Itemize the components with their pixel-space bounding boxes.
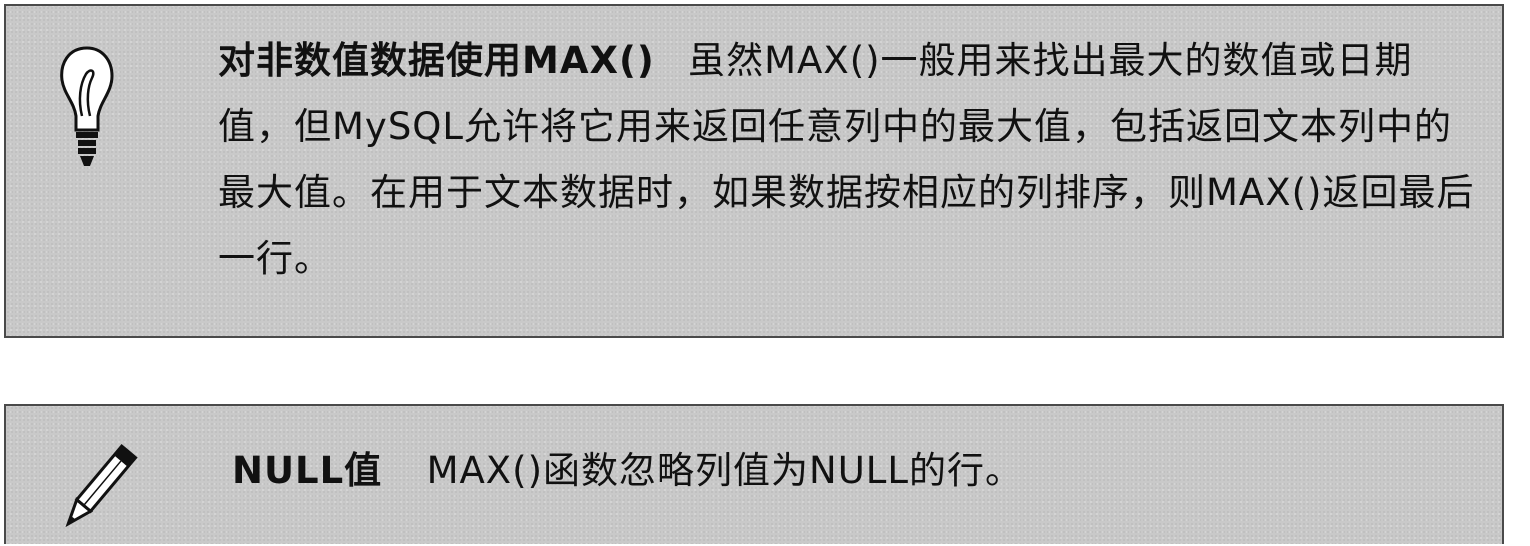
lightbulb-icon: [56, 44, 118, 174]
note-text: NULL值 MAX()函数忽略列值为NULL的行。: [232, 446, 1432, 496]
note-callout: NULL值 MAX()函数忽略列值为NULL的行。: [4, 404, 1504, 544]
pencil-icon: [52, 434, 142, 542]
tip-callout: 对非数值数据使用MAX() 虽然MAX()一般用来找出最大的数值或日期值，但MyS…: [4, 4, 1504, 338]
note-body: MAX()函数忽略列值为NULL的行。: [426, 449, 1024, 492]
note-title: NULL值: [232, 449, 383, 492]
tip-title: 对非数值数据使用MAX(): [218, 39, 655, 82]
tip-text: 对非数值数据使用MAX() 虽然MAX()一般用来找出最大的数值或日期值，但MyS…: [218, 28, 1488, 292]
